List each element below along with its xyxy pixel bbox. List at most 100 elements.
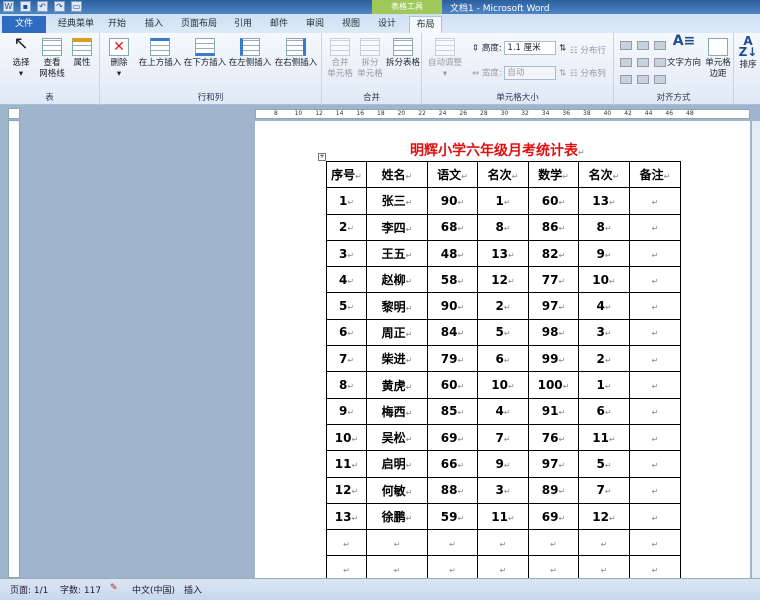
header-cell[interactable]: 名次↵ (578, 160, 630, 189)
width-spinner[interactable]: ⇅ (559, 69, 566, 79)
table-cell[interactable]: 82↵ (528, 239, 579, 268)
table-cell[interactable]: 10↵ (477, 371, 529, 399)
table-cell[interactable]: 85↵ (427, 397, 478, 425)
align-middle-right-icon[interactable] (654, 58, 666, 67)
table-cell[interactable]: 王五↵ (366, 239, 428, 268)
table-cell[interactable]: 6↵ (477, 345, 529, 373)
table-cell[interactable]: 7↵ (477, 423, 529, 452)
table-cell[interactable]: 77↵ (528, 266, 579, 294)
table-cell[interactable]: 启明↵ (366, 450, 428, 478)
table-cell[interactable]: 89↵ (528, 476, 579, 504)
distribute-columns-button[interactable]: ☷ 分布列 (570, 67, 606, 79)
insert-below-button[interactable]: 在下方插入 (183, 38, 227, 69)
align-bottom-left-icon[interactable] (620, 75, 632, 84)
table-cell[interactable]: 3↵ (477, 476, 529, 504)
properties-button[interactable]: 属性 (68, 38, 96, 69)
table-cell[interactable]: 9↵ (477, 450, 529, 478)
table-cell[interactable]: 88↵ (427, 476, 478, 504)
align-top-left-icon[interactable] (620, 41, 632, 50)
insert-above-button[interactable]: 在上方插入 (138, 38, 182, 69)
table-cell[interactable]: 1↵ (578, 371, 630, 399)
vertical-scrollbar[interactable] (752, 121, 760, 578)
insert-left-button[interactable]: 在左侧插入 (228, 38, 272, 69)
table-cell[interactable]: ↵ (629, 423, 681, 452)
distribute-rows-button[interactable]: ☷ 分布行 (570, 44, 606, 56)
sort-button[interactable]: A Z↓ 排序 (736, 35, 760, 71)
table-cell[interactable]: ↵ (629, 318, 681, 347)
table-cell[interactable]: 13↵ (477, 239, 529, 268)
delete-button[interactable]: ✕ 删除 ▾ (104, 38, 134, 80)
table-cell[interactable]: 98↵ (528, 318, 579, 347)
table-cell[interactable]: 何敏↵ (366, 476, 428, 504)
table-cell[interactable]: 10↵ (578, 266, 630, 294)
table-cell[interactable]: ↵ (427, 529, 478, 557)
table-cell[interactable]: ↵ (629, 371, 681, 399)
table-cell[interactable]: 11↵ (477, 502, 529, 531)
table-cell[interactable]: 99↵ (528, 345, 579, 373)
header-cell[interactable]: 序号↵ (326, 160, 367, 189)
table-cell[interactable]: 吴松↵ (366, 423, 428, 452)
insert-mode[interactable]: 插入 (184, 583, 202, 596)
table-cell[interactable]: 12↵ (477, 266, 529, 294)
table-cell[interactable]: 徐鹏↵ (366, 502, 428, 531)
cell-margins-button[interactable]: 单元格 边距 (702, 38, 734, 80)
tab-selector[interactable] (8, 108, 20, 119)
table-cell[interactable]: ↵ (629, 529, 681, 557)
table-cell[interactable]: 2↵ (326, 213, 367, 241)
table-cell[interactable]: ↵ (629, 213, 681, 241)
table-cell[interactable]: 59↵ (427, 502, 478, 531)
tab-file[interactable]: 文件 (2, 16, 46, 33)
proofing-icon[interactable]: ✎ (110, 583, 118, 593)
merge-cells-button[interactable]: 合并 单元格 (325, 38, 355, 80)
table-cell[interactable]: ↵ (629, 187, 681, 215)
table-cell[interactable]: ↵ (366, 529, 428, 557)
split-cells-button[interactable]: 拆分 单元格 (355, 38, 385, 80)
align-top-center-icon[interactable] (637, 41, 649, 50)
table-cell[interactable]: ↵ (629, 292, 681, 320)
insert-right-button[interactable]: 在右侧插入 (273, 38, 319, 69)
table-cell[interactable]: 84↵ (427, 318, 478, 347)
print-preview-icon[interactable]: ▭ (71, 1, 82, 12)
header-cell[interactable]: 数学↵ (528, 160, 579, 189)
table-cell[interactable]: 100↵ (528, 371, 579, 399)
autofit-button[interactable]: 自动调整 ▾ (426, 38, 464, 80)
header-cell[interactable]: 姓名↵ (366, 160, 428, 189)
tab-home[interactable]: 开始 (102, 16, 132, 33)
tab-references[interactable]: 引用 (228, 16, 258, 33)
table-cell[interactable]: 6↵ (326, 318, 367, 347)
table-cell[interactable]: ↵ (629, 476, 681, 504)
table-cell[interactable]: 11↵ (326, 450, 367, 478)
table-cell[interactable]: 梅西↵ (366, 397, 428, 425)
tab-insert[interactable]: 插入 (138, 16, 170, 33)
table-cell[interactable]: 76↵ (528, 423, 579, 452)
table-cell[interactable]: 69↵ (427, 423, 478, 452)
tab-layout[interactable]: 布局 (409, 16, 442, 33)
tab-page-layout[interactable]: 页面布局 (175, 16, 223, 33)
table-cell[interactable]: 李四↵ (366, 213, 428, 241)
table-cell[interactable]: 7↵ (326, 345, 367, 373)
table-cell[interactable]: ↵ (578, 529, 630, 557)
table-cell[interactable]: 90↵ (427, 187, 478, 215)
table-cell[interactable]: ↵ (629, 345, 681, 373)
header-cell[interactable]: 备注↵ (629, 160, 681, 189)
table-cell[interactable]: 13↵ (326, 502, 367, 531)
header-cell[interactable]: 名次↵ (477, 160, 529, 189)
document-title[interactable]: 明辉小学六年级月考统计表↵ (410, 140, 585, 160)
table-cell[interactable]: 68↵ (427, 213, 478, 241)
table-cell[interactable]: 97↵ (528, 292, 579, 320)
table-cell[interactable]: 8↵ (477, 213, 529, 241)
table-cell[interactable]: 4↵ (477, 397, 529, 425)
table-cell[interactable]: 7↵ (578, 476, 630, 504)
table-cell[interactable]: 58↵ (427, 266, 478, 294)
text-direction-button[interactable]: A≡ 文字方向 (666, 34, 702, 69)
table-cell[interactable]: ↵ (477, 529, 529, 557)
table-cell[interactable]: 8↵ (578, 213, 630, 241)
save-icon[interactable]: ▪ (20, 1, 31, 12)
align-middle-left-icon[interactable] (620, 58, 632, 67)
table-cell[interactable]: 86↵ (528, 213, 579, 241)
table-cell[interactable]: 5↵ (326, 292, 367, 320)
table-cell[interactable]: 黎明↵ (366, 292, 428, 320)
table-cell[interactable]: 97↵ (528, 450, 579, 478)
table-cell[interactable]: 12↵ (326, 476, 367, 504)
table-cell[interactable]: 赵柳↵ (366, 266, 428, 294)
